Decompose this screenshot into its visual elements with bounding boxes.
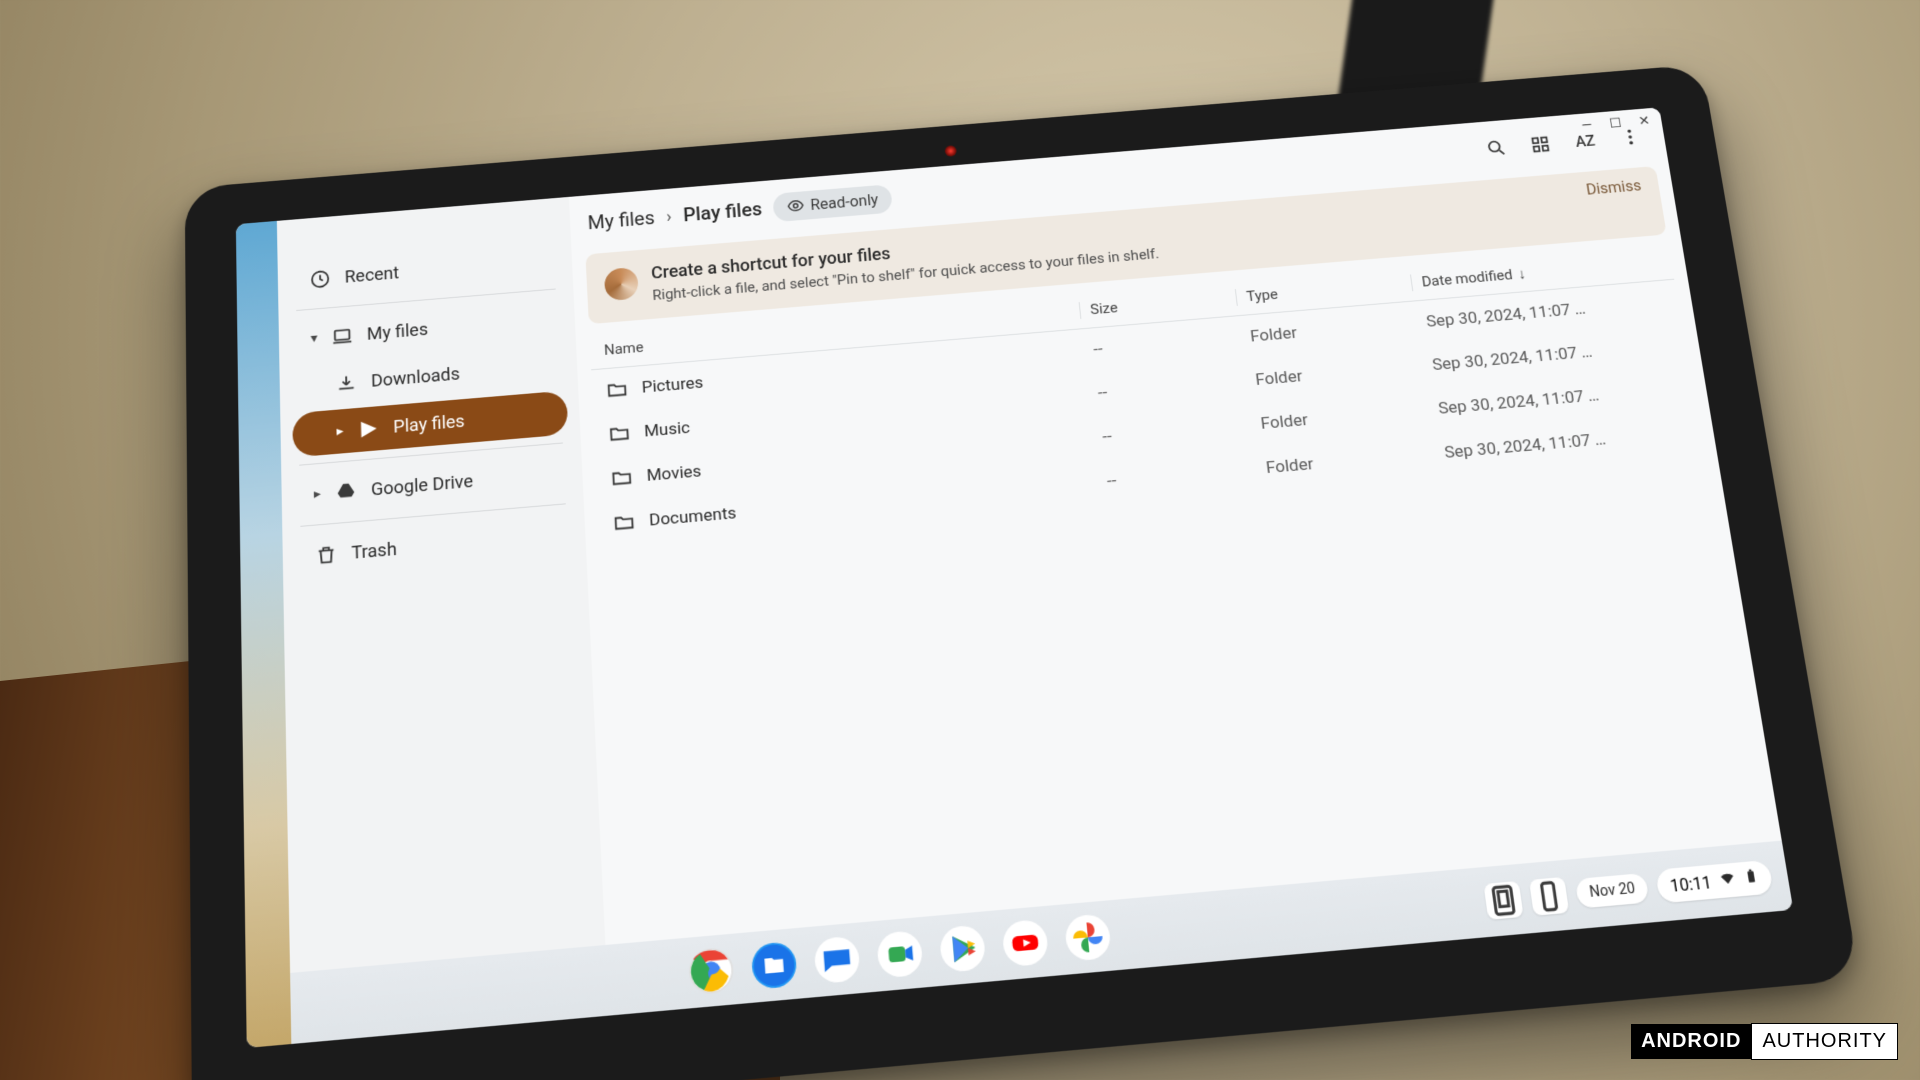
tip-banner-dismiss-button[interactable]: Dismiss [1585,177,1643,199]
sidebar-item-label: Recent [344,263,399,287]
shelf-tote-button[interactable] [1529,877,1569,916]
breadcrumb-current[interactable]: Play files [683,198,763,226]
play-icon [357,418,379,441]
download-icon [335,372,357,395]
file-name: Movies [646,462,702,486]
shelf-app-messages[interactable] [814,935,861,984]
watermark-brand-b: AUTHORITY [1751,1023,1898,1060]
chevron-right-icon: ▸ [336,423,343,439]
clock-icon [309,268,331,290]
folder-icon [610,467,633,490]
shelf-app-duo[interactable] [876,930,923,979]
arrow-down-icon: ↓ [1517,265,1527,282]
file-name: Music [644,418,691,441]
shelf-phone-hub-button[interactable] [1484,881,1524,920]
file-table: Name Size Type Date modified↓ Pictures -… [576,243,1782,945]
sidebar-item-label: Downloads [371,364,460,391]
file-name: Documents [649,504,737,531]
file-type: Folder [1250,400,1430,434]
sidebar-item-label: Play files [393,411,465,437]
search-icon [1484,137,1508,159]
screen: — ☐ ✕ Recent ▾ [236,107,1793,1048]
shelf-app-photos[interactable] [1064,913,1112,961]
battery-icon [1743,867,1761,889]
watermark: ANDROID AUTHORITY [1631,1023,1898,1060]
file-type: Folder [1239,314,1417,348]
grid-icon [1528,134,1552,156]
file-size: -- [1096,459,1257,492]
window-close-button[interactable]: ✕ [1635,114,1653,130]
wifi-icon [1718,869,1738,891]
shelf-status-tray[interactable]: 10:11 [1655,860,1774,904]
column-header-size[interactable]: Size [1079,289,1237,319]
laptop-icon [331,325,353,347]
file-name: Pictures [641,373,704,397]
search-button[interactable] [1478,131,1515,164]
sidebar-item-label: Google Drive [371,471,474,500]
column-header-type[interactable]: Type [1235,275,1412,306]
file-type: Folder [1245,357,1424,391]
shelf-app-chrome[interactable] [688,947,735,996]
readonly-badge: Read-only [773,184,893,222]
sidebar-item-recent[interactable]: Recent [289,238,561,303]
file-size: -- [1083,328,1242,360]
readonly-badge-label: Read-only [810,190,879,213]
view-toggle-button[interactable] [1522,128,1559,161]
breadcrumb-root[interactable]: My files [587,206,655,233]
folder-icon [613,511,636,534]
tablet-bezel: — ☐ ✕ Recent ▾ [185,64,1860,1080]
shelf-status-area: Nov 20 10:11 [1484,859,1774,920]
file-size: -- [1087,372,1247,404]
sidebar: Recent ▾ My files Downloads [277,197,606,973]
file-type: Folder [1255,444,1436,478]
chevron-right-icon: › [666,206,672,226]
shelf-app-files[interactable] [751,941,798,990]
shelf-date[interactable]: Nov 20 [1575,873,1650,909]
watermark-brand-a: ANDROID [1631,1024,1751,1059]
shelf-app-youtube[interactable] [1002,919,1050,968]
file-size: -- [1092,415,1253,448]
folder-icon [606,379,629,402]
chevron-down-icon: ▾ [310,331,317,347]
shelf-time: 10:11 [1669,872,1713,896]
sidebar-item-label: My files [367,319,429,344]
window-maximize-button[interactable]: ☐ [1607,116,1625,132]
tip-banner-illustration [604,267,639,301]
trash-icon [315,543,338,567]
folder-icon [608,422,631,445]
drive-icon [335,480,358,503]
front-camera [944,145,957,157]
tablet-device: — ☐ ✕ Recent ▾ [185,64,1860,1080]
file-date: Sep 30, 2024, 11:07 … [1433,423,1693,464]
window-minimize-button[interactable]: — [1578,118,1596,134]
files-window: — ☐ ✕ Recent ▾ [277,107,1782,973]
chevron-right-icon: ▸ [314,486,321,502]
sidebar-item-label: Trash [351,539,397,563]
main-panel: My files › Play files Read-only [569,107,1782,945]
shelf-app-playstore[interactable] [939,924,987,973]
eye-icon [787,197,806,215]
